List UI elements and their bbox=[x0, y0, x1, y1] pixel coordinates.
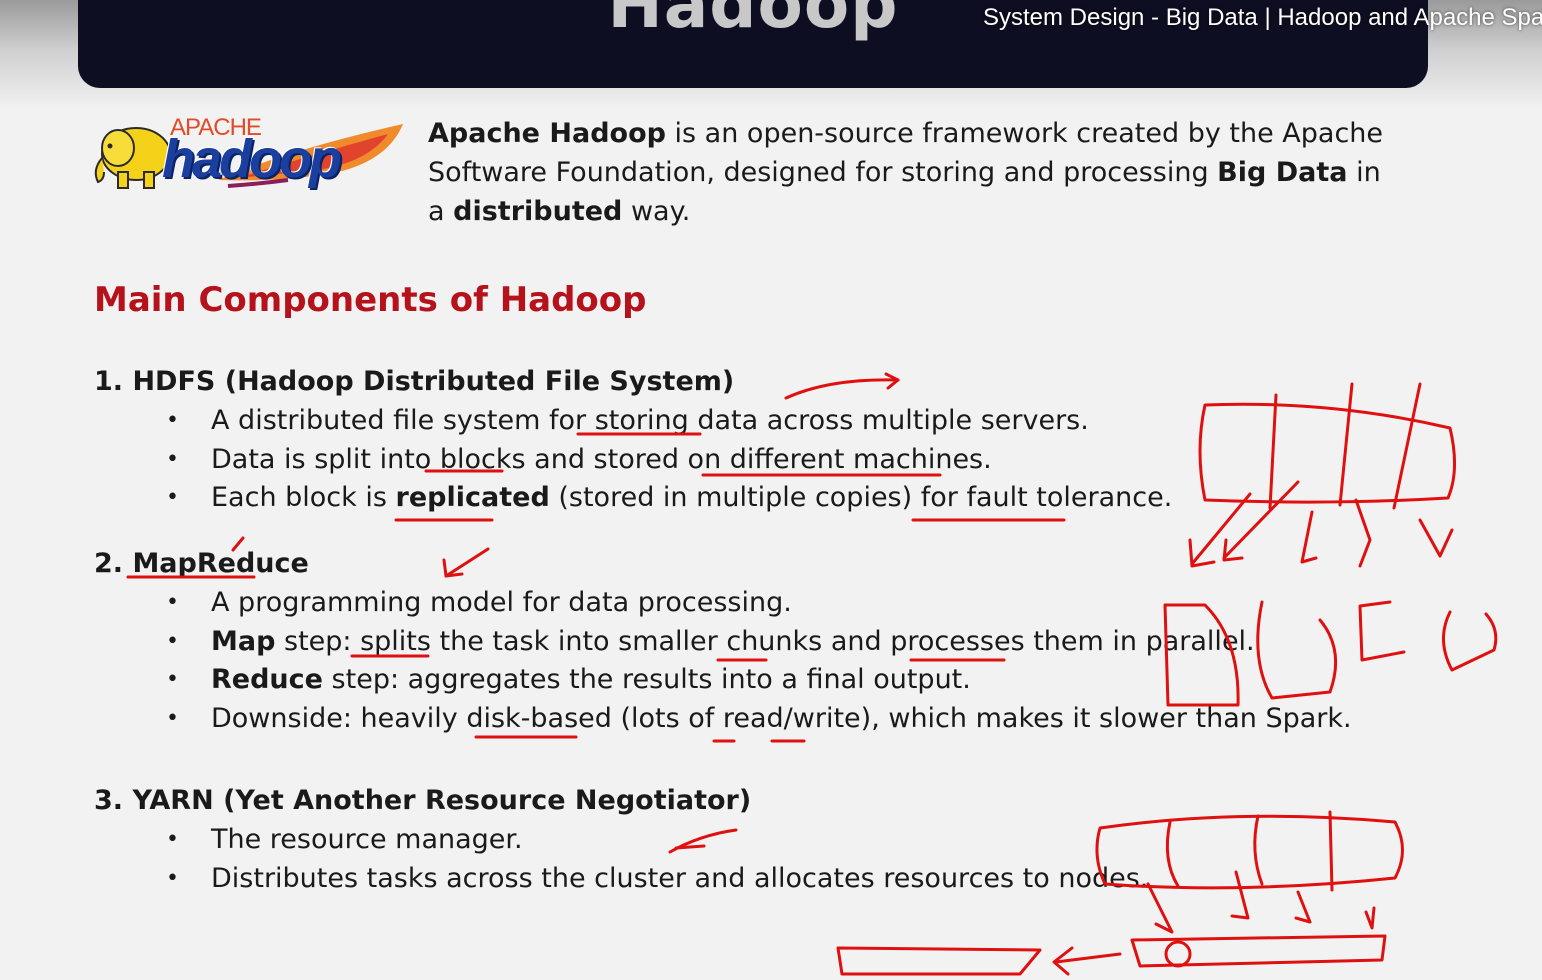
bullet-text: (stored in multiple copies) for fault to… bbox=[549, 482, 1173, 513]
bullet-text: Downside: heavily disk-based (lots of re… bbox=[211, 702, 1352, 734]
list-item: A programming model for data processing. bbox=[94, 584, 1352, 623]
component-hdfs: 1. HDFS (Hadoop Distributed File System)… bbox=[94, 362, 1172, 518]
bullet-text: Distributes tasks across the cluster and… bbox=[211, 862, 1149, 894]
list-item: Data is split into blocks and stored on … bbox=[94, 441, 1172, 480]
logo-hadoop-text: hadoop bbox=[162, 129, 342, 189]
component-title: 2. MapReduce bbox=[94, 548, 309, 579]
bullet-bold: Reduce bbox=[211, 664, 323, 695]
component-yarn: 3. YARN (Yet Another Resource Negotiator… bbox=[94, 781, 1148, 898]
section-heading: Main Components of Hadoop bbox=[94, 280, 647, 320]
bullet-list: A programming model for data processing.… bbox=[94, 584, 1352, 738]
bullet-text: step: splits the task into smaller chunk… bbox=[275, 625, 1255, 657]
bullet-text: A distributed file system for storing da… bbox=[211, 405, 1089, 436]
list-item: A distributed file system for storing da… bbox=[94, 402, 1172, 441]
component-title: 3. YARN (Yet Another Resource Negotiator… bbox=[94, 785, 752, 816]
component-title: 1. HDFS (Hadoop Distributed File System) bbox=[94, 366, 735, 397]
intro-bold-2: Big Data bbox=[1217, 157, 1348, 188]
list-item: Map step: splits the task into smaller c… bbox=[94, 623, 1352, 662]
component-mapreduce: 2. MapReduce A programming model for dat… bbox=[94, 544, 1352, 738]
hadoop-logo: APACHE hadoop bbox=[88, 110, 408, 200]
list-item: The resource manager. bbox=[94, 821, 1148, 860]
intro-bold-1: Apache Hadoop bbox=[428, 118, 666, 149]
bullet-bold: Map bbox=[211, 625, 276, 657]
bullet-text: Data is split into blocks and stored on … bbox=[211, 443, 992, 475]
video-title[interactable]: System Design - Big Data | Hadoop and Ap… bbox=[983, 4, 1542, 32]
bullet-text: step: aggregates the results into a fina… bbox=[322, 664, 971, 695]
list-item: Reduce step: aggregates the results into… bbox=[94, 661, 1352, 700]
bullet-text: A programming model for data processing. bbox=[211, 587, 792, 618]
bullet-list: The resource manager. Distributes tasks … bbox=[94, 821, 1148, 898]
bullet-bold: replicated bbox=[395, 482, 550, 513]
intro-text-3: way. bbox=[622, 196, 691, 227]
list-item: Distributes tasks across the cluster and… bbox=[94, 860, 1148, 899]
list-item: Each block is replicated (stored in mult… bbox=[94, 479, 1172, 518]
bullet-list: A distributed file system for storing da… bbox=[94, 402, 1172, 518]
bullet-text: Each block is bbox=[211, 482, 396, 513]
intro-paragraph: Apache Hadoop is an open-source framewor… bbox=[428, 114, 1388, 231]
bullet-text: The resource manager. bbox=[211, 824, 523, 855]
intro-bold-3: distributed bbox=[453, 196, 623, 227]
list-item: Downside: heavily disk-based (lots of re… bbox=[94, 700, 1352, 739]
